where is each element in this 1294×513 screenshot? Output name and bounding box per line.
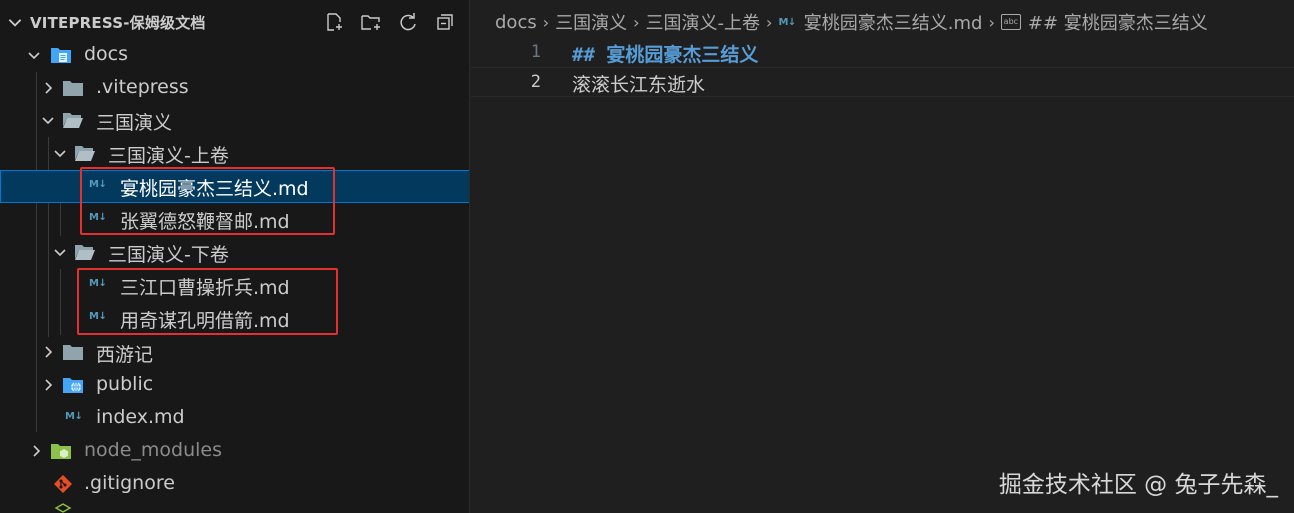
tree-item-label: node_modules <box>84 439 223 461</box>
folder-icon <box>63 81 83 96</box>
chevron-right-icon <box>45 379 53 391</box>
code-text: 滚滚长江东逝水 <box>572 74 706 96</box>
line-number: 1 <box>530 42 541 62</box>
chevron-right-icon <box>33 445 41 457</box>
tree-item-docs[interactable]: docs <box>0 39 469 72</box>
breadcrumb-file-label: 宴桃园豪杰三结义.md <box>803 13 983 34</box>
chevron-right-icon <box>45 346 53 358</box>
breadcrumb-symbol[interactable]: abc ## 宴桃园豪杰三结义 <box>1000 9 1208 35</box>
code-text: ## 宴桃园豪杰三结义 <box>572 44 759 66</box>
line-number: 2 <box>530 72 541 92</box>
chevron-right-icon: › <box>633 12 640 32</box>
chevron-right-icon: › <box>542 12 550 32</box>
explorer-title: VITEPRESS-保姆级文档 <box>30 14 206 32</box>
new-file-icon[interactable] <box>322 10 345 33</box>
tree-item-label: 西游记 <box>96 344 154 366</box>
tree-item-label: 三国演义 <box>96 112 173 134</box>
folder-icon <box>63 345 83 360</box>
tree-item-node-modules[interactable]: node_modules <box>0 435 469 468</box>
folder-open-icon <box>63 113 83 128</box>
public-folder-icon <box>63 378 83 393</box>
chevron-right-icon <box>45 82 53 94</box>
tree-item-label: index.md <box>96 406 185 428</box>
chevron-down-icon[interactable] <box>6 13 24 31</box>
chevron-down-icon <box>54 150 66 158</box>
tree-item-sanguo-xia[interactable]: 三国演义-下卷 <box>0 236 469 269</box>
chevron-down-icon <box>28 52 40 60</box>
tree-item-sanguo-shang[interactable]: 三国演义-上卷 <box>0 137 469 170</box>
explorer-header[interactable]: VITEPRESS-保姆级文档 <box>0 0 469 44</box>
new-folder-icon[interactable] <box>359 10 382 33</box>
chevron-right-icon: › <box>988 12 995 32</box>
code-line-current[interactable]: 2 滚滚长江东逝水 <box>471 67 1294 97</box>
breadcrumb-sanguo-shang[interactable]: 三国演义-上卷 <box>646 9 761 35</box>
tree-item-gitignore[interactable]: .gitignore <box>0 468 469 501</box>
tree-item-label: docs <box>84 43 129 65</box>
breadcrumb-docs[interactable]: docs <box>495 12 537 33</box>
explorer-sidebar: VITEPRESS-保姆级文档 docs .vitepress 三国演义 三国演… <box>0 0 470 513</box>
package-icon <box>54 503 72 513</box>
tree-item-label: 三国演义-上卷 <box>108 145 229 167</box>
chevron-right-icon: › <box>766 12 773 32</box>
collapse-all-icon[interactable] <box>433 10 456 33</box>
chevron-down-icon <box>54 249 66 257</box>
refresh-icon[interactable] <box>396 10 419 33</box>
breadcrumb-file[interactable]: M↓ 宴桃园豪杰三结义.md <box>778 9 982 35</box>
explorer-actions <box>322 10 456 33</box>
tree-item-sanguo[interactable]: 三国演义 <box>0 104 469 137</box>
tree-item-xiyouji[interactable]: 西游记 <box>0 336 469 369</box>
breadcrumb-symbol-label: ## 宴桃园豪杰三结义 <box>1027 13 1208 34</box>
tree-item-label: .vitepress <box>96 76 189 98</box>
annotation-box-xia <box>77 268 338 335</box>
watermark: 掘金技术社区 @ 兔子先森_ <box>998 472 1278 498</box>
tree-item-label: .gitignore <box>84 472 175 494</box>
tree-item-public[interactable]: public <box>0 369 469 402</box>
annotation-box-shang <box>80 167 335 235</box>
git-icon <box>54 475 72 493</box>
chevron-down-icon <box>42 117 54 125</box>
markdown-icon: M↓ <box>65 411 83 422</box>
markdown-icon: M↓ <box>778 16 796 28</box>
node-modules-folder-icon <box>51 444 71 459</box>
tree-item-index[interactable]: M↓ index.md <box>0 402 469 435</box>
string-symbol-icon: abc <box>1000 14 1021 30</box>
tree-item-label: public <box>96 373 154 395</box>
docs-folder-icon <box>51 48 71 63</box>
code-line[interactable]: 1 ## 宴桃园豪杰三结义 <box>471 38 1294 68</box>
folder-open-icon <box>75 146 95 161</box>
tree-item-vitepress[interactable]: .vitepress <box>0 72 469 105</box>
breadcrumb-sanguo[interactable]: 三国演义 <box>555 9 627 35</box>
editor-pane[interactable]: docs › 三国演义 › 三国演义-上卷 › M↓ 宴桃园豪杰三结义.md ›… <box>471 0 1294 513</box>
folder-open-icon <box>75 245 95 260</box>
tree-item-label: 三国演义-下卷 <box>108 244 229 266</box>
